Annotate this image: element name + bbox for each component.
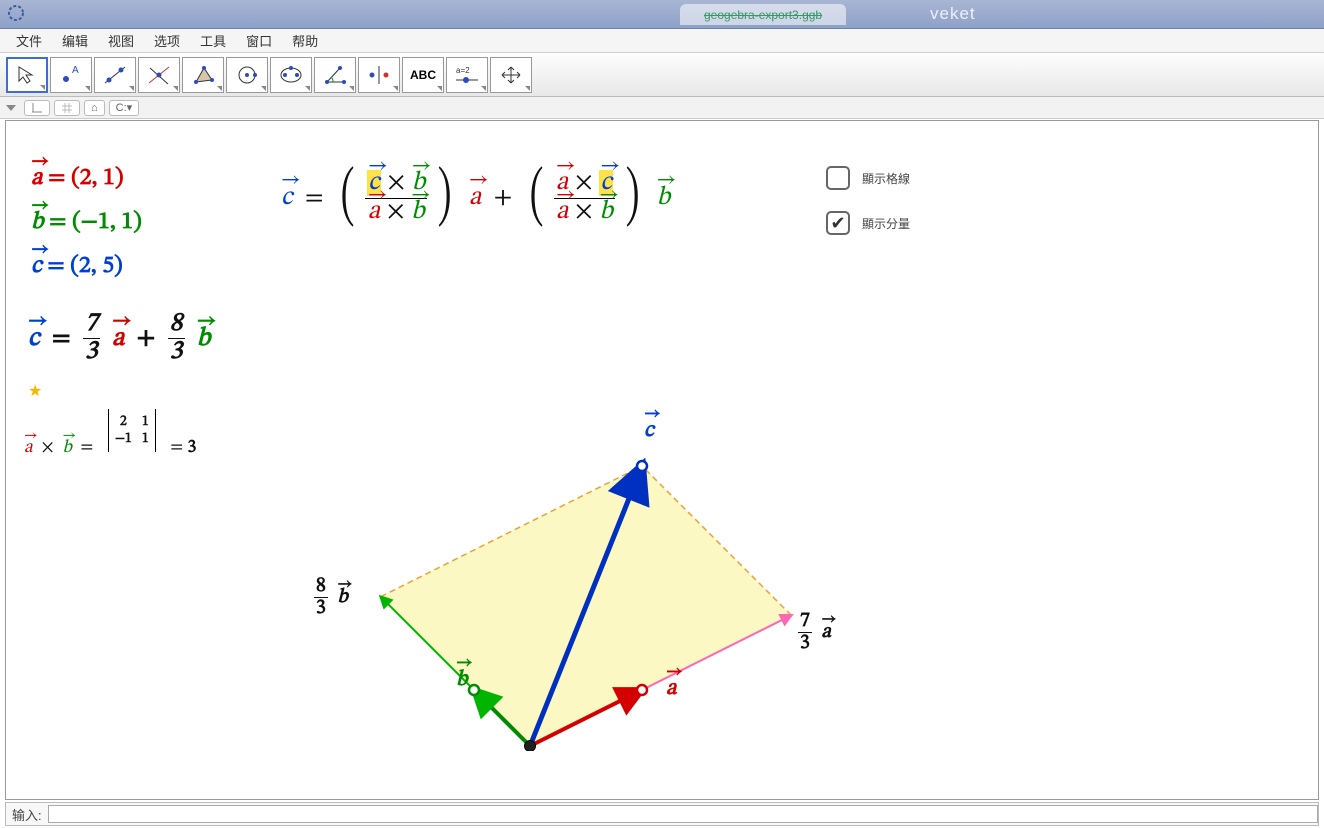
axes-toggle[interactable] — [24, 100, 50, 116]
formula-decomposition-numeric: c = 73 a + 83 b — [28, 311, 210, 367]
formula-decomposition-symbolic: c = ( c × b a × b ) a + ( a × c a × b ) … — [281, 169, 670, 228]
svg-text:a=2: a=2 — [456, 66, 470, 75]
checkbox-show-components[interactable]: ✔ 顯示分量 — [826, 211, 910, 235]
formula-cross-product: a × b = 2−1 11 = 3 — [24, 409, 196, 460]
tool-perpendicular[interactable] — [138, 57, 180, 93]
label-vec-b: b — [456, 666, 467, 694]
tool-circle[interactable] — [226, 57, 268, 93]
desktop-label: veket — [930, 4, 976, 24]
command-input[interactable] — [48, 805, 1318, 823]
checkbox-show-grid[interactable]: 顯示格線 — [826, 166, 910, 190]
menu-options[interactable]: 选项 — [146, 29, 188, 52]
input-bar: 输入: — [5, 802, 1319, 826]
tool-point[interactable]: A — [50, 57, 92, 93]
menu-edit[interactable]: 编辑 — [54, 29, 96, 52]
menu-tools[interactable]: 工具 — [192, 29, 234, 52]
menu-window[interactable]: 窗口 — [238, 29, 280, 52]
grid-toggle[interactable] — [54, 100, 80, 116]
checkbox-checked-icon: ✔ — [826, 211, 850, 235]
tool-reflect[interactable] — [358, 57, 400, 93]
menu-help[interactable]: 帮助 — [284, 29, 326, 52]
menubar: 文件 编辑 视图 选项 工具 窗口 帮助 — [0, 29, 1324, 53]
view-toolbar: ⌂ C: ▾ — [0, 97, 1324, 119]
tool-ellipse[interactable] — [270, 57, 312, 93]
tool-text[interactable]: ABC — [402, 57, 444, 93]
input-label: 输入: — [6, 805, 48, 824]
main-toolbar: A ABC a=2 — [0, 53, 1324, 97]
point-c-tip — [637, 461, 647, 471]
point-b-tip — [469, 685, 479, 695]
tool-line[interactable] — [94, 57, 136, 93]
checkbox-label: 顯示分量 — [862, 215, 910, 232]
label-8thirds-b: 83 b — [314, 576, 348, 619]
app-icon — [6, 3, 26, 26]
label-vec-a: a — [666, 675, 677, 703]
command-button[interactable]: C: ▾ — [109, 100, 140, 116]
graphics-view[interactable]: a = (2, 1) b = (−1, 1) c = (2, 5) c = 73… — [5, 120, 1319, 800]
tool-move-view[interactable] — [490, 57, 532, 93]
tool-move[interactable] — [6, 57, 48, 93]
point-a-tip — [637, 685, 647, 695]
label-7thirds-a: 73 a — [798, 611, 831, 654]
svg-text:A: A — [72, 65, 79, 76]
tool-polygon[interactable] — [182, 57, 224, 93]
star-icon: ★ — [28, 381, 42, 401]
checkbox-label: 顯示格線 — [862, 170, 910, 187]
menu-view[interactable]: 视图 — [100, 29, 142, 52]
vector-diagram — [266, 271, 966, 751]
point-origin — [525, 741, 536, 752]
tool-angle[interactable] — [314, 57, 356, 93]
window-titlebar: geogebra-export3.ggb veket — [0, 0, 1324, 29]
home-button[interactable]: ⌂ — [84, 100, 105, 116]
checkbox-icon — [826, 166, 850, 190]
document-tab[interactable]: geogebra-export3.ggb — [680, 4, 846, 25]
formula-vector-c: c = (2, 5) — [31, 251, 123, 281]
formula-vector-a: a = (2, 1) — [31, 163, 124, 193]
tool-slider[interactable]: a=2 — [446, 57, 488, 93]
toggle-panel-icon[interactable] — [6, 105, 16, 111]
label-vec-c: c — [644, 417, 654, 445]
formula-vector-b: b = (−1, 1) — [31, 207, 142, 237]
menu-file[interactable]: 文件 — [8, 29, 50, 52]
